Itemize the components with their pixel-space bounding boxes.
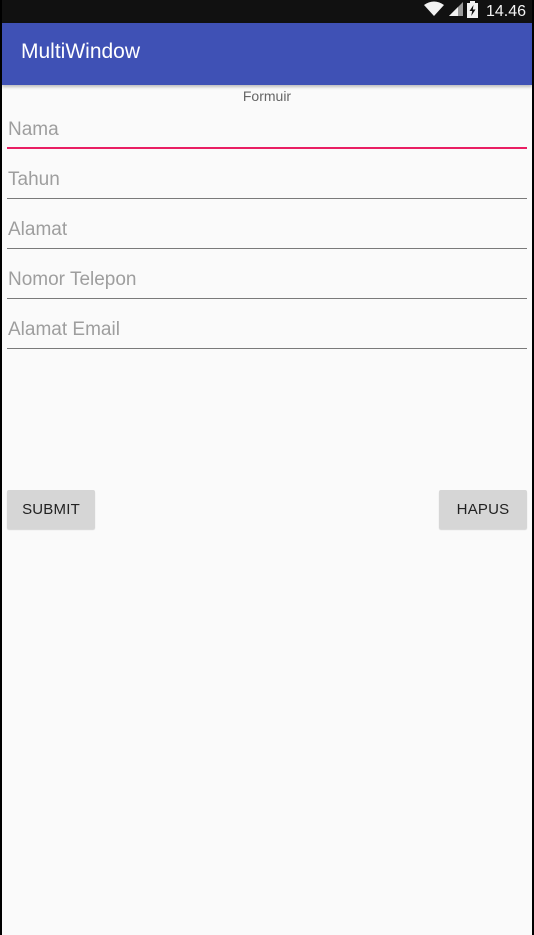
submit-button[interactable]: SUBMIT [7,490,95,529]
form-heading: Formuir [242,88,292,104]
alamat-email-field [7,313,527,349]
alamat-email-input[interactable] [7,313,527,347]
hapus-button[interactable]: HAPUS [439,490,527,529]
tahun-underline [7,197,527,199]
tahun-field [7,163,527,199]
nomor-telepon-field [7,263,527,299]
status-time: 14.46 [485,2,526,20]
status-bar: 14.46 [2,0,532,23]
status-icons: 14.46 [423,0,526,23]
app-bar: MultiWindow [2,23,532,85]
nomor-telepon-input[interactable] [7,263,527,297]
app-screen: 14.46 MultiWindow Formuir SUBMIT HAPUS [2,0,532,935]
app-title: MultiWindow [21,40,141,63]
nomor-telepon-underline [7,297,527,299]
alamat-field [7,213,527,249]
alamat-email-underline [7,347,527,349]
alamat-underline [7,247,527,249]
alamat-input[interactable] [7,213,527,247]
battery-charging-icon [466,0,478,23]
nama-field [7,113,527,149]
nama-input[interactable] [7,113,527,147]
wifi-icon [423,1,445,22]
tahun-input[interactable] [7,163,527,197]
signal-icon [448,1,463,22]
nama-underline [7,147,527,149]
